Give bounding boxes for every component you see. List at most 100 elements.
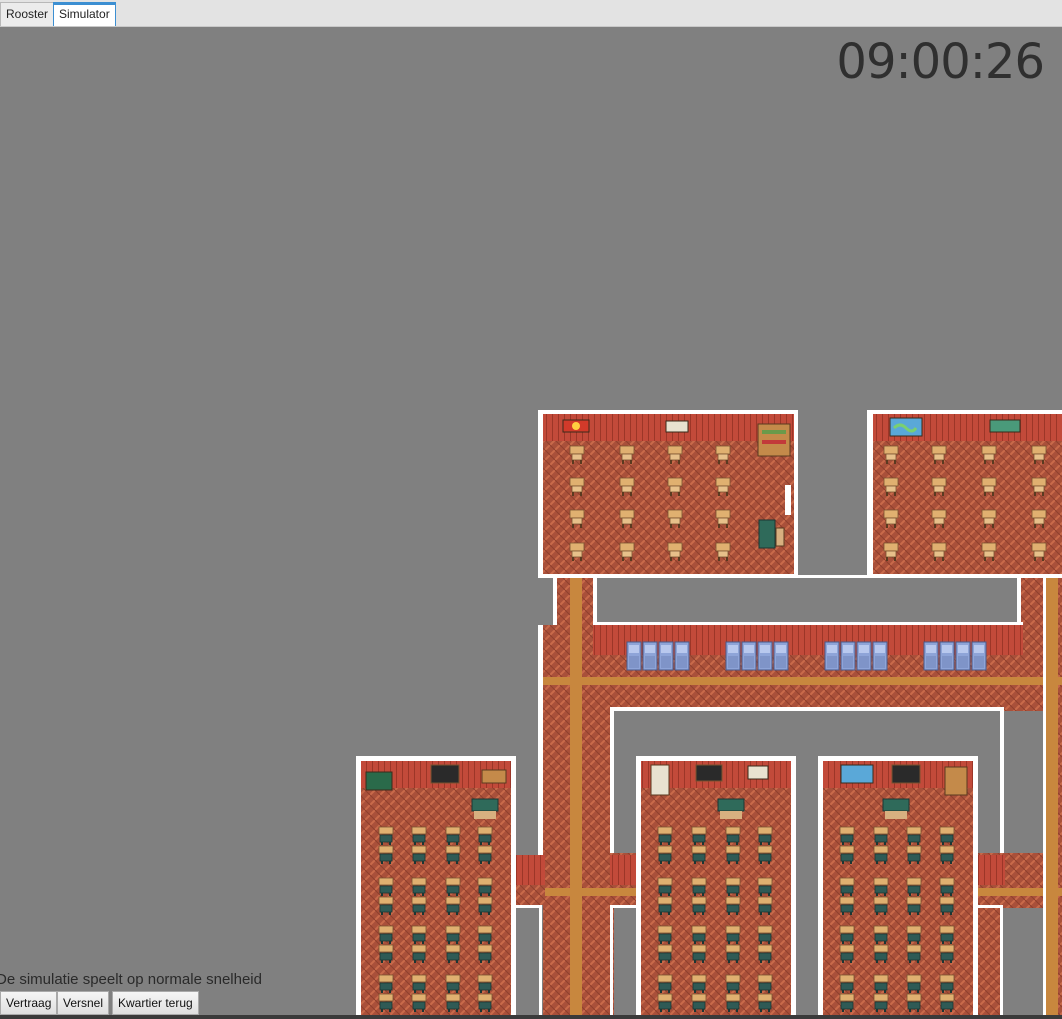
- student-seat: [378, 826, 394, 846]
- student-seat: [725, 877, 741, 897]
- student-seat: [873, 896, 889, 916]
- student-seat: [445, 877, 461, 897]
- student-seat: [906, 877, 922, 897]
- student-seat: [477, 896, 493, 916]
- student-seat: [477, 925, 493, 945]
- student-seat: [839, 925, 855, 945]
- student-seat: [725, 896, 741, 916]
- locker: [971, 641, 987, 671]
- student-seat: [939, 826, 955, 846]
- student-seat: [445, 896, 461, 916]
- student-seat: [445, 944, 461, 964]
- student-seat: [378, 925, 394, 945]
- student-seat: [873, 826, 889, 846]
- student-seat: [757, 993, 773, 1013]
- student-seat: [725, 974, 741, 994]
- student-seat: [939, 993, 955, 1013]
- student-seat: [906, 925, 922, 945]
- student-seat: [757, 826, 773, 846]
- student-seat: [411, 974, 427, 994]
- student-seat: [839, 826, 855, 846]
- student-seat: [378, 993, 394, 1013]
- simulation-clock: 09:00:26: [836, 34, 1045, 90]
- student-seat: [691, 944, 707, 964]
- student-seat: [691, 925, 707, 945]
- student-seat: [873, 974, 889, 994]
- school-map: [356, 410, 1062, 1019]
- student-seat: [657, 826, 673, 846]
- quarter-back-button[interactable]: Kwartier terug: [112, 991, 199, 1015]
- student-seat: [873, 925, 889, 945]
- student-seat: [477, 826, 493, 846]
- student-seat: [691, 845, 707, 865]
- locker: [939, 641, 955, 671]
- student-seat: [411, 845, 427, 865]
- status-text: De simulatie speelt op normale snelheid: [0, 971, 262, 988]
- student-seat: [411, 826, 427, 846]
- student-seat: [757, 974, 773, 994]
- student-seat: [725, 925, 741, 945]
- student-seat: [378, 877, 394, 897]
- student-seat: [906, 974, 922, 994]
- student-seat: [757, 944, 773, 964]
- locker: [840, 641, 856, 671]
- student-seat: [839, 974, 855, 994]
- student-seat: [411, 925, 427, 945]
- student-seat: [657, 993, 673, 1013]
- locker: [872, 641, 888, 671]
- student-seat: [906, 826, 922, 846]
- student-seat: [691, 974, 707, 994]
- student-seat: [691, 826, 707, 846]
- locker: [923, 641, 939, 671]
- student-seat: [378, 974, 394, 994]
- student-seat: [906, 896, 922, 916]
- student-seat: [939, 896, 955, 916]
- student-seat: [873, 993, 889, 1013]
- student-seat: [839, 896, 855, 916]
- student-seat: [757, 896, 773, 916]
- student-seat: [873, 877, 889, 897]
- student-seat: [657, 877, 673, 897]
- locker: [642, 641, 658, 671]
- student-seat: [411, 944, 427, 964]
- locker: [955, 641, 971, 671]
- student-seat: [906, 944, 922, 964]
- student-seat: [906, 993, 922, 1013]
- student-seat: [657, 896, 673, 916]
- student-seat: [657, 974, 673, 994]
- slow-down-button[interactable]: Vertraag: [0, 991, 58, 1015]
- student-seat: [757, 877, 773, 897]
- student-seat: [445, 925, 461, 945]
- student-seat: [757, 925, 773, 945]
- student-seat: [378, 944, 394, 964]
- locker: [757, 641, 773, 671]
- student-seat: [839, 993, 855, 1013]
- locker: [674, 641, 690, 671]
- student-seat: [839, 845, 855, 865]
- locker: [626, 641, 642, 671]
- student-seat: [906, 845, 922, 865]
- student-seat: [725, 845, 741, 865]
- student-seat: [445, 974, 461, 994]
- student-seat: [477, 944, 493, 964]
- speed-up-button[interactable]: Versnel: [57, 991, 110, 1015]
- locker: [824, 641, 840, 671]
- student-seat: [691, 896, 707, 916]
- student-seat: [657, 944, 673, 964]
- student-seat: [939, 877, 955, 897]
- student-seat: [691, 877, 707, 897]
- student-seat: [839, 877, 855, 897]
- student-seat: [725, 944, 741, 964]
- locker: [856, 641, 872, 671]
- student-seat: [939, 944, 955, 964]
- student-seat: [411, 896, 427, 916]
- student-seat: [411, 877, 427, 897]
- bottom-border: [0, 1015, 1062, 1019]
- student-seat: [657, 845, 673, 865]
- student-seat: [378, 845, 394, 865]
- student-seat: [445, 845, 461, 865]
- student-seat: [873, 845, 889, 865]
- student-seat: [939, 974, 955, 994]
- student-seat: [657, 925, 673, 945]
- locker: [658, 641, 674, 671]
